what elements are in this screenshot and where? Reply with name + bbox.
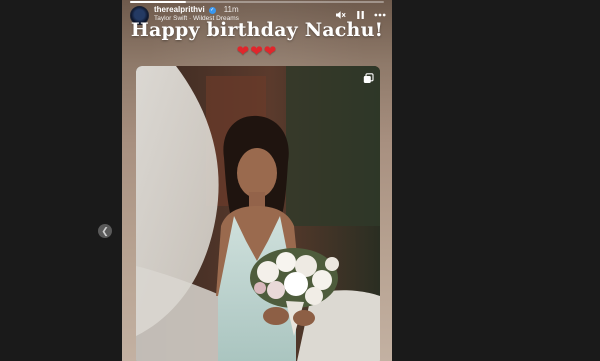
story-viewer: therealprithvi ✓ 11m Taylor Swift · Wild… (122, 0, 392, 361)
chevron-left-icon: ❮ (101, 225, 109, 236)
verified-badge-icon: ✓ (208, 6, 216, 14)
previous-story-button[interactable]: ❮ (98, 224, 112, 238)
story-progress-fill (130, 1, 186, 3)
portrait-illustration (136, 66, 380, 361)
more-options-icon (374, 13, 386, 17)
shared-post-photo[interactable] (136, 66, 380, 361)
multiple-photos-icon (363, 73, 374, 83)
story-progress-bar (130, 1, 384, 3)
story-timestamp: 11m (223, 5, 239, 14)
story-caption: Happy birthday Nachu! (130, 19, 384, 41)
username-link[interactable]: therealprithvi (154, 6, 205, 14)
heart-emojis: ❤❤❤ (236, 43, 278, 60)
